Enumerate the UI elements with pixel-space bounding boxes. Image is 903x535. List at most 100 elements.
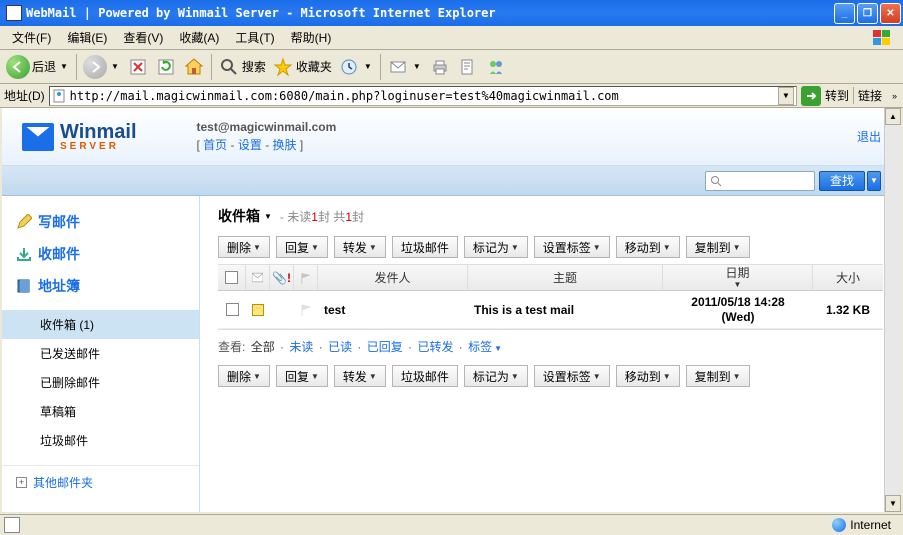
filter-read[interactable]: 已读 [328, 340, 352, 354]
print-button[interactable] [427, 53, 453, 81]
reply-button[interactable]: 回复▼ [276, 365, 328, 387]
mail-button[interactable]: ▼ [385, 53, 425, 81]
current-email: test@magicwinmail.com [197, 120, 337, 134]
scroll-up-icon[interactable]: ▲ [885, 108, 901, 125]
forward-button[interactable]: ▼ [81, 53, 123, 81]
back-label: 后退 [32, 58, 56, 75]
mail-dropdown-icon[interactable]: ▼ [411, 62, 423, 71]
mark-button[interactable]: 标记为▼ [464, 236, 528, 258]
menu-edit[interactable]: 编辑(E) [59, 27, 115, 48]
search-dropdown-icon[interactable]: ▼ [867, 171, 881, 191]
menu-file[interactable]: 文件(F) [4, 27, 59, 48]
table-header: 📎! 发件人 主题 日期 ▼ 大小 [218, 265, 883, 291]
favorites-button[interactable]: 收藏夹 [270, 53, 334, 81]
sidebar-contacts[interactable]: 地址簿 [2, 270, 199, 302]
move-button[interactable]: 移动到▼ [616, 365, 680, 387]
back-button[interactable]: 后退 ▼ [4, 53, 72, 81]
menu-favorites[interactable]: 收藏(A) [171, 27, 227, 48]
history-dropdown-icon[interactable]: ▼ [362, 62, 374, 71]
stop-button[interactable] [125, 53, 151, 81]
spam-button[interactable]: 垃圾邮件 [392, 365, 458, 387]
history-button[interactable]: ▼ [336, 53, 376, 81]
spam-button[interactable]: 垃圾邮件 [392, 236, 458, 258]
refresh-icon [155, 56, 177, 78]
search-button[interactable]: 搜索 [216, 53, 268, 81]
favorites-label: 收藏夹 [296, 58, 332, 75]
home-icon [183, 56, 205, 78]
mark-button[interactable]: 标记为▼ [464, 365, 528, 387]
sidebar-other-folders[interactable]: + 其他邮件夹 [2, 465, 199, 499]
nav-home[interactable]: 首页 [203, 138, 227, 152]
folder-dropdown-icon[interactable]: ▼ [264, 212, 272, 221]
close-button[interactable]: ✕ [880, 3, 901, 24]
tag-button[interactable]: 设置标签▼ [534, 236, 610, 258]
filter-all[interactable]: 全部 [251, 340, 275, 354]
row-size: 1.32 KB [813, 303, 883, 317]
forward-button[interactable]: 转发▼ [334, 365, 386, 387]
reply-button[interactable]: 回复▼ [276, 236, 328, 258]
filter-forwarded[interactable]: 已转发 [417, 340, 453, 354]
col-size[interactable]: 大小 [813, 265, 883, 290]
app-icon [6, 5, 22, 21]
browser-viewport: Winmail SERVER test@magicwinmail.com [ 首… [0, 108, 903, 514]
status-page-icon [4, 517, 20, 533]
menu-help[interactable]: 帮助(H) [283, 27, 340, 48]
edit-button[interactable] [455, 53, 481, 81]
filter-unread[interactable]: 未读 [289, 340, 313, 354]
delete-button[interactable]: 删除▼ [218, 365, 270, 387]
filter-replied[interactable]: 已回复 [367, 340, 403, 354]
folder-drafts[interactable]: 草稿箱 [2, 397, 199, 426]
messenger-button[interactable] [483, 53, 509, 81]
table-row[interactable]: test This is a test mail 2011/05/18 14:2… [218, 291, 883, 329]
col-date[interactable]: 日期 ▼ [663, 265, 813, 290]
main-heading: 收件箱▼ - 未读1封 共1封 [218, 206, 883, 226]
go-button[interactable] [801, 86, 821, 106]
row-checkbox[interactable] [226, 303, 239, 316]
col-from[interactable]: 发件人 [318, 265, 468, 290]
nav-skin[interactable]: 换肤 [273, 138, 297, 152]
search-label: 搜索 [242, 58, 266, 75]
search-input[interactable] [705, 171, 815, 191]
move-button[interactable]: 移动到▼ [616, 236, 680, 258]
forward-button[interactable]: 转发▼ [334, 236, 386, 258]
vertical-scrollbar[interactable]: ▲ ▼ [884, 108, 901, 512]
links-label[interactable]: 链接 [853, 87, 886, 104]
delete-button[interactable]: 删除▼ [218, 236, 270, 258]
logout-link[interactable]: 退出 [857, 128, 881, 145]
logo-mark-icon [22, 123, 54, 151]
col-checkbox[interactable] [218, 265, 246, 290]
filter-tags[interactable]: 标签 [468, 340, 492, 354]
refresh-button[interactable] [153, 53, 179, 81]
back-dropdown-icon[interactable]: ▼ [58, 62, 70, 71]
home-button[interactable] [181, 53, 207, 81]
links-expand-icon[interactable]: » [890, 91, 899, 101]
address-dropdown-icon[interactable]: ▼ [778, 87, 794, 105]
tag-button[interactable]: 设置标签▼ [534, 365, 610, 387]
sidebar-compose[interactable]: 写邮件 [2, 206, 199, 238]
nav-settings[interactable]: 设置 [238, 138, 262, 152]
maximize-button[interactable]: ❐ [857, 3, 878, 24]
forward-dropdown-icon[interactable]: ▼ [109, 62, 121, 71]
col-subject[interactable]: 主题 [468, 265, 663, 290]
search-button[interactable]: 查找 [819, 171, 865, 191]
folder-sent[interactable]: 已发送邮件 [2, 339, 199, 368]
expand-icon[interactable]: + [16, 477, 27, 488]
address-url: http://mail.magicwinmail.com:6080/main.p… [70, 89, 774, 103]
forward-icon [83, 55, 107, 79]
back-icon [6, 55, 30, 79]
sidebar-receive[interactable]: 收邮件 [2, 238, 199, 270]
flag-icon[interactable] [300, 304, 312, 316]
action-toolbar-bottom: 删除▼ 回复▼ 转发▼ 垃圾邮件 标记为▼ 设置标签▼ 移动到▼ 复制到▼ [218, 365, 883, 387]
copy-button[interactable]: 复制到▼ [686, 236, 750, 258]
minimize-button[interactable]: _ [834, 3, 855, 24]
col-flag-icon [294, 265, 318, 290]
folder-trash[interactable]: 已删除邮件 [2, 368, 199, 397]
edit-icon [457, 56, 479, 78]
folder-inbox[interactable]: 收件箱 (1) [2, 310, 199, 339]
address-input[interactable]: http://mail.magicwinmail.com:6080/main.p… [49, 86, 797, 106]
scroll-down-icon[interactable]: ▼ [885, 495, 901, 512]
folder-spam[interactable]: 垃圾邮件 [2, 426, 199, 455]
menu-view[interactable]: 查看(V) [115, 27, 171, 48]
menu-tools[interactable]: 工具(T) [227, 27, 282, 48]
copy-button[interactable]: 复制到▼ [686, 365, 750, 387]
